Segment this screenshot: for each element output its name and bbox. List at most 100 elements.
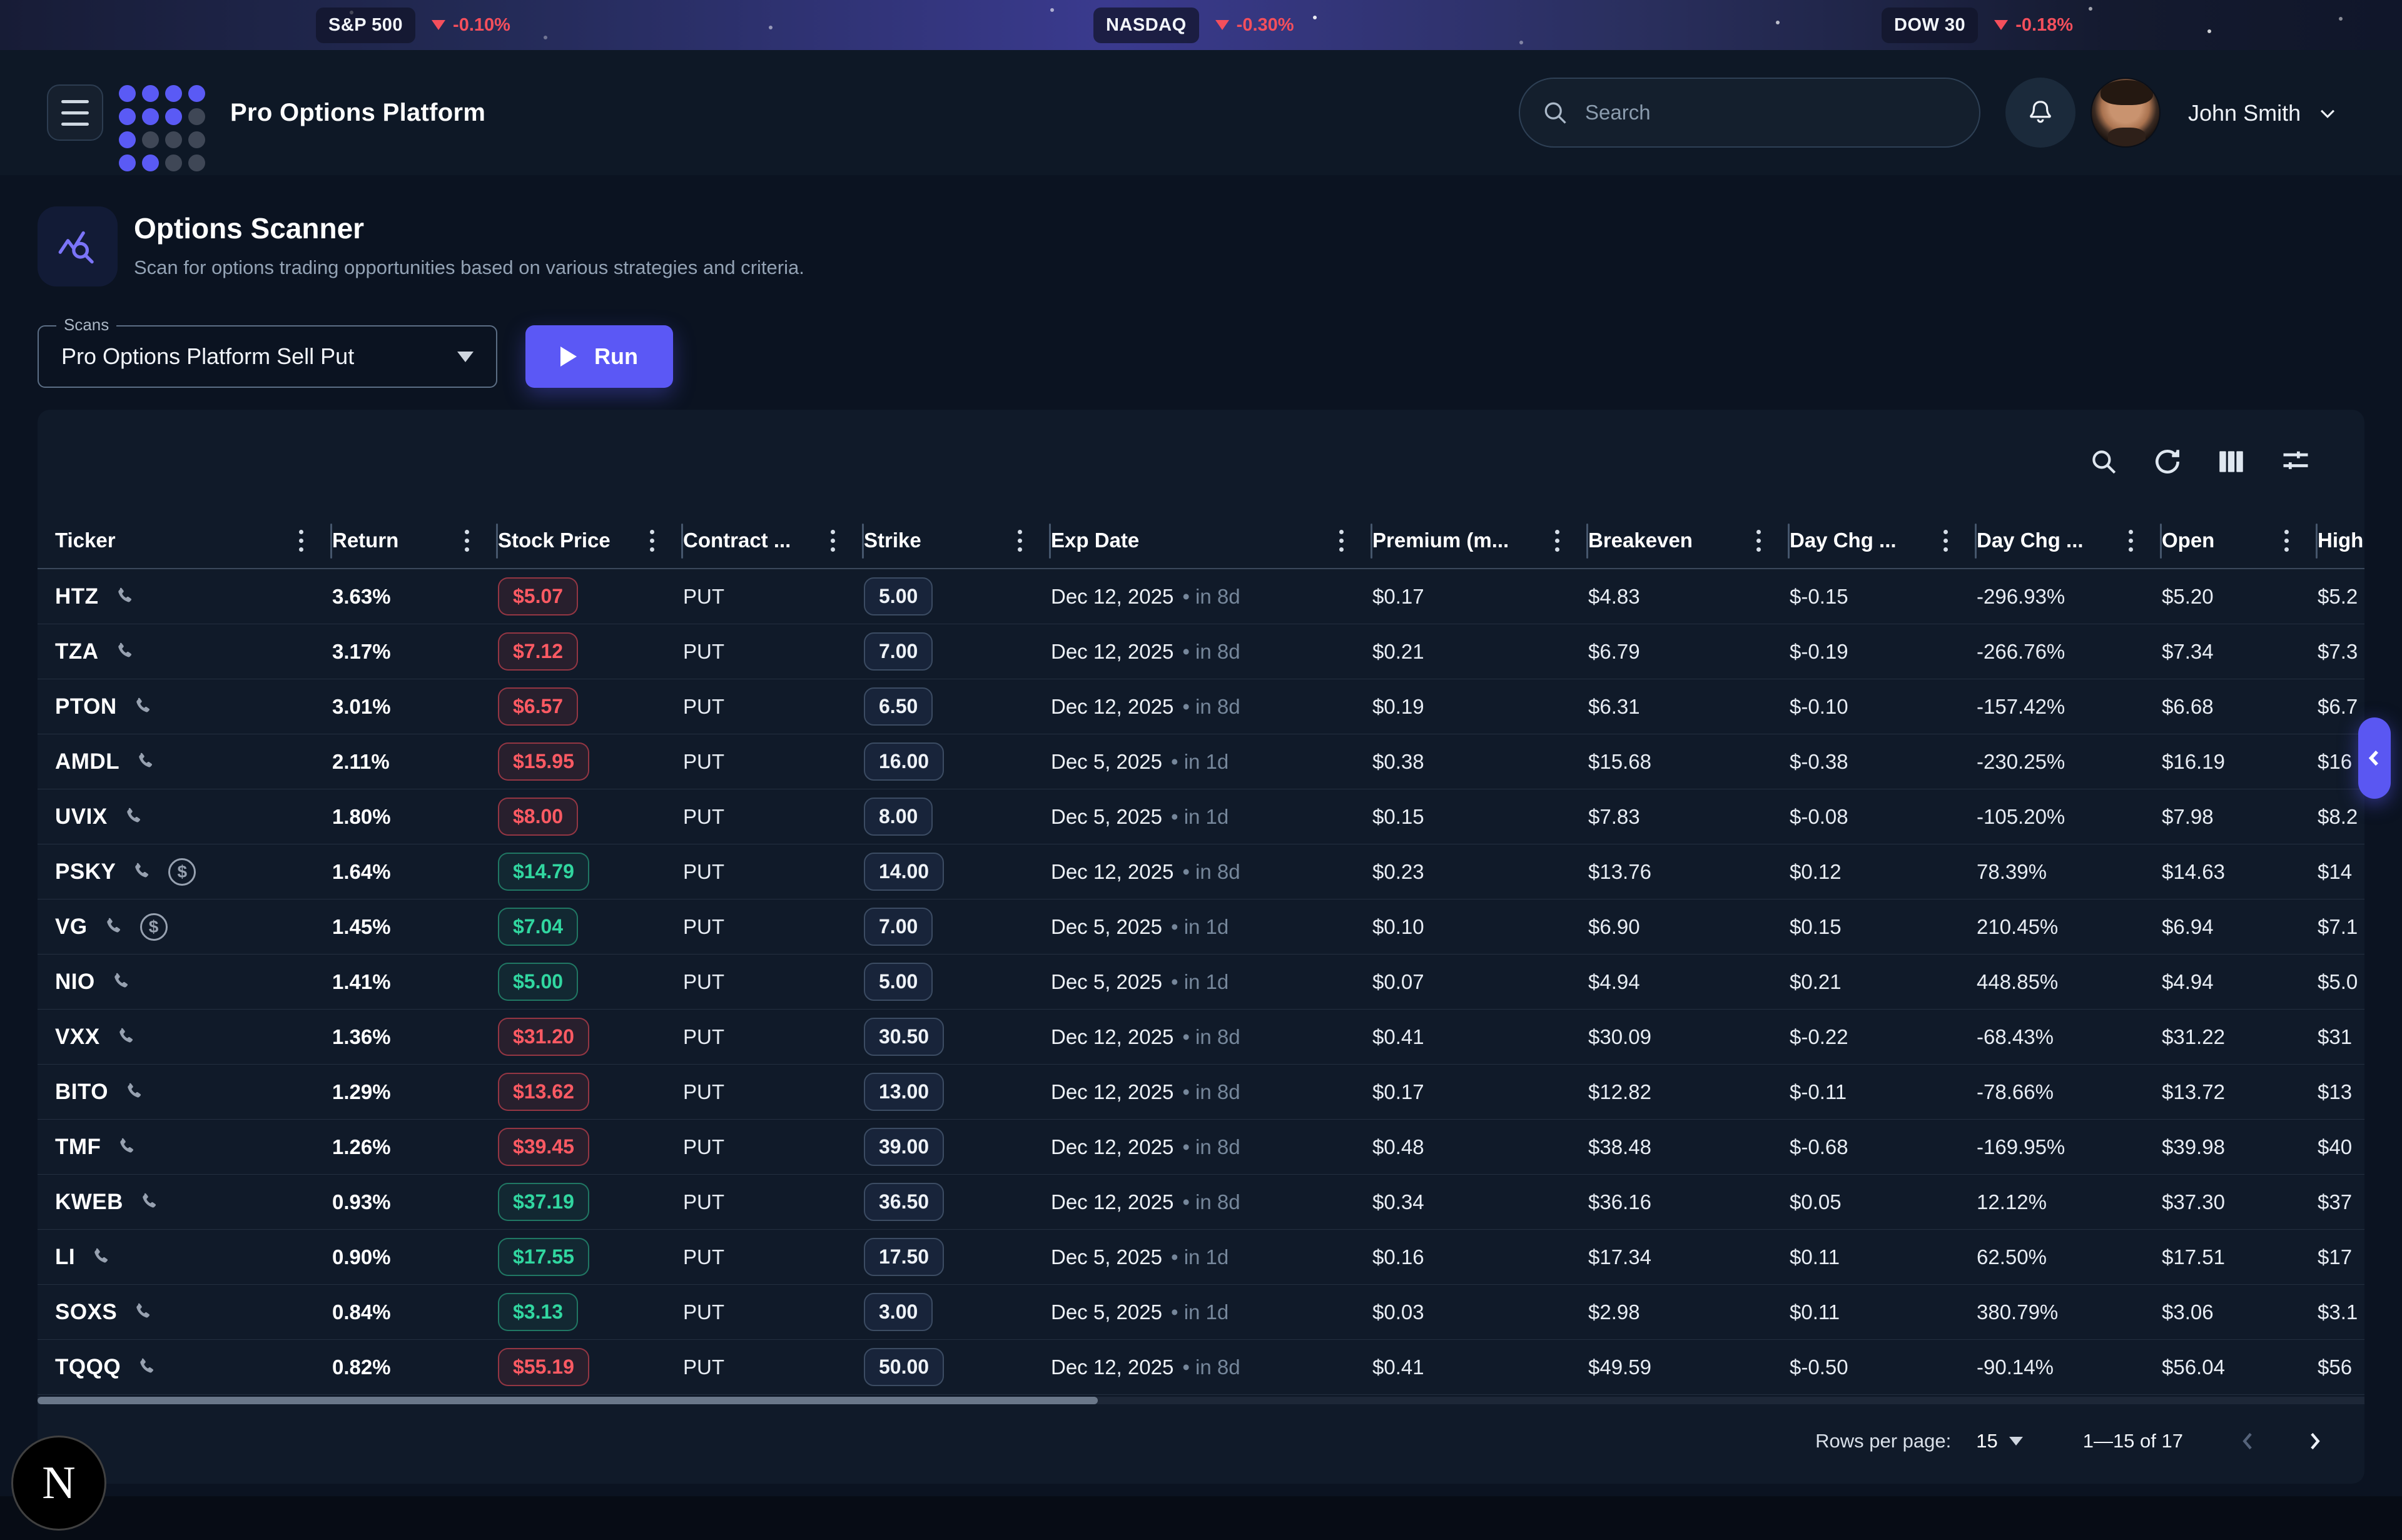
table-row[interactable]: PSKY $ 1.64% $14.79 PUT 14.00 Dec 12, 20… [38, 844, 2364, 899]
column-menu-icon[interactable] [650, 530, 654, 552]
n-widget-button[interactable]: N [11, 1436, 106, 1531]
contract-type: PUT [683, 1245, 724, 1269]
day-change-pct: 380.79% [1977, 1300, 2058, 1324]
phone-icon[interactable] [136, 1356, 158, 1379]
phone-icon[interactable] [138, 1191, 161, 1213]
exp-date: Dec 5, 2025 [1051, 805, 1162, 829]
table-row[interactable]: PTON $ 3.01% $6.57 PUT 6.50 Dec 12, 2025… [38, 679, 2364, 734]
stock-price-pill: $15.95 [498, 742, 589, 781]
table-row[interactable]: TZA $ 3.17% $7.12 PUT 7.00 Dec 12, 2025 … [38, 624, 2364, 679]
column-header[interactable]: Ticker [55, 513, 332, 568]
column-header[interactable]: High [2318, 513, 2364, 568]
premium-value: $0.16 [1372, 1245, 1424, 1269]
day-change-value: $-0.38 [1790, 750, 1848, 774]
table-row[interactable]: NIO $ 1.41% $5.00 PUT 5.00 Dec 5, 2025 •… [38, 955, 2364, 1010]
day-change-pct: 12.12% [1977, 1190, 2047, 1214]
return-value: 1.29% [332, 1080, 391, 1104]
column-header[interactable]: Premium (m... [1372, 513, 1588, 568]
stock-price-pill: $55.19 [498, 1348, 589, 1386]
phone-icon[interactable] [123, 1081, 146, 1103]
table-row[interactable]: AMDL $ 2.11% $15.95 PUT 16.00 Dec 5, 202… [38, 734, 2364, 789]
table-row[interactable]: VG $ 1.45% $7.04 PUT 7.00 Dec 5, 2025 • … [38, 899, 2364, 955]
column-menu-icon[interactable] [2284, 530, 2289, 552]
phone-icon[interactable] [114, 585, 136, 608]
menu-button[interactable] [47, 84, 103, 141]
contract-type: PUT [683, 640, 724, 664]
exp-relative: • in 8d [1182, 1025, 1240, 1049]
contract-type: PUT [683, 915, 724, 939]
high-value: $14 [2318, 860, 2352, 884]
column-header[interactable]: Day Chg ... [1977, 513, 2162, 568]
scans-select[interactable]: Scans Pro Options Platform Sell Put [38, 325, 497, 388]
breakeven-value: $7.83 [1588, 805, 1640, 829]
high-value: $3.1 [2318, 1300, 2358, 1324]
exp-relative: • in 1d [1171, 805, 1229, 829]
column-menu-icon[interactable] [1756, 530, 1761, 552]
phone-icon[interactable] [132, 696, 155, 718]
table-row[interactable]: HTZ $ 3.63% $5.07 PUT 5.00 Dec 12, 2025 … [38, 569, 2364, 624]
column-header[interactable]: Open [2162, 513, 2318, 568]
return-value: 1.36% [332, 1025, 391, 1049]
market-item-dow30: DOW 30 -0.18% [1882, 0, 2073, 50]
phone-icon[interactable] [115, 1026, 138, 1048]
scans-select-value: Pro Options Platform Sell Put [61, 343, 457, 370]
table-row[interactable]: KWEB $ 0.93% $37.19 PUT 36.50 Dec 12, 20… [38, 1175, 2364, 1230]
search-input[interactable] [1585, 101, 1958, 124]
high-value: $31 [2318, 1025, 2352, 1049]
column-header[interactable]: Stock Price [498, 513, 683, 568]
column-header[interactable]: Breakeven [1588, 513, 1790, 568]
phone-icon[interactable] [90, 1246, 113, 1269]
table-row[interactable]: LI $ 0.90% $17.55 PUT 17.50 Dec 5, 2025 … [38, 1230, 2364, 1285]
column-header[interactable]: Day Chg ... [1790, 513, 1977, 568]
phone-icon[interactable] [134, 751, 157, 773]
strike-pill: 6.50 [864, 687, 933, 726]
filter-settings-button[interactable] [2279, 445, 2312, 478]
day-change-pct: -296.93% [1977, 585, 2065, 609]
search-bar[interactable] [1519, 78, 1980, 148]
side-panel-expander[interactable] [2358, 717, 2391, 799]
ticker-symbol: PSKY [55, 859, 116, 884]
phone-icon[interactable] [131, 861, 153, 883]
rows-per-page-select[interactable]: 15 [1976, 1430, 2022, 1452]
table-row[interactable]: BITO $ 1.29% $13.62 PUT 13.00 Dec 12, 20… [38, 1065, 2364, 1120]
columns-button[interactable] [2216, 446, 2247, 477]
phone-icon[interactable] [114, 641, 136, 663]
column-menu-icon[interactable] [2129, 530, 2133, 552]
user-menu[interactable]: John Smith [2188, 100, 2338, 126]
column-header[interactable]: Return [332, 513, 498, 568]
previous-page-button[interactable] [2236, 1429, 2261, 1454]
notifications-button[interactable] [2005, 78, 2075, 148]
next-page-button[interactable] [2302, 1429, 2327, 1454]
column-menu-icon[interactable] [831, 530, 835, 552]
table-row[interactable]: TQQQ $ 0.82% $55.19 PUT 50.00 Dec 12, 20… [38, 1340, 2364, 1395]
avatar[interactable] [2090, 78, 2161, 148]
phone-icon[interactable] [116, 1136, 138, 1158]
column-header[interactable]: Exp Date [1051, 513, 1372, 568]
table-row[interactable]: VXX $ 1.36% $31.20 PUT 30.50 Dec 12, 202… [38, 1010, 2364, 1065]
phone-icon[interactable] [132, 1301, 155, 1324]
column-header[interactable]: Contract ... [683, 513, 864, 568]
column-menu-icon[interactable] [465, 530, 469, 552]
run-button[interactable]: Run [525, 325, 673, 388]
contract-type: PUT [683, 970, 724, 994]
chevron-left-icon [2236, 1429, 2261, 1454]
column-menu-icon[interactable] [299, 530, 303, 552]
column-menu-icon[interactable] [1339, 530, 1344, 552]
phone-icon[interactable] [110, 971, 133, 993]
column-header[interactable]: Strike [864, 513, 1051, 568]
column-menu-icon[interactable] [1018, 530, 1022, 552]
pagination-range: 1—15 of 17 [2083, 1430, 2183, 1452]
column-menu-icon[interactable] [1555, 530, 1559, 552]
table-body: HTZ $ 3.63% $5.07 PUT 5.00 Dec 12, 2025 … [38, 569, 2364, 1395]
return-value: 0.84% [332, 1300, 391, 1324]
ticker-symbol: NIO [55, 970, 95, 995]
column-menu-icon[interactable] [1943, 530, 1948, 552]
horizontal-scrollbar-thumb[interactable] [38, 1397, 1098, 1404]
phone-icon[interactable] [123, 806, 145, 828]
table-row[interactable]: TMF $ 1.26% $39.45 PUT 39.00 Dec 12, 202… [38, 1120, 2364, 1175]
table-search-button[interactable] [2088, 446, 2119, 477]
table-row[interactable]: SOXS $ 0.84% $3.13 PUT 3.00 Dec 5, 2025 … [38, 1285, 2364, 1340]
table-row[interactable]: UVIX $ 1.80% $8.00 PUT 8.00 Dec 5, 2025 … [38, 789, 2364, 844]
refresh-button[interactable] [2152, 446, 2183, 477]
phone-icon[interactable] [103, 916, 125, 938]
